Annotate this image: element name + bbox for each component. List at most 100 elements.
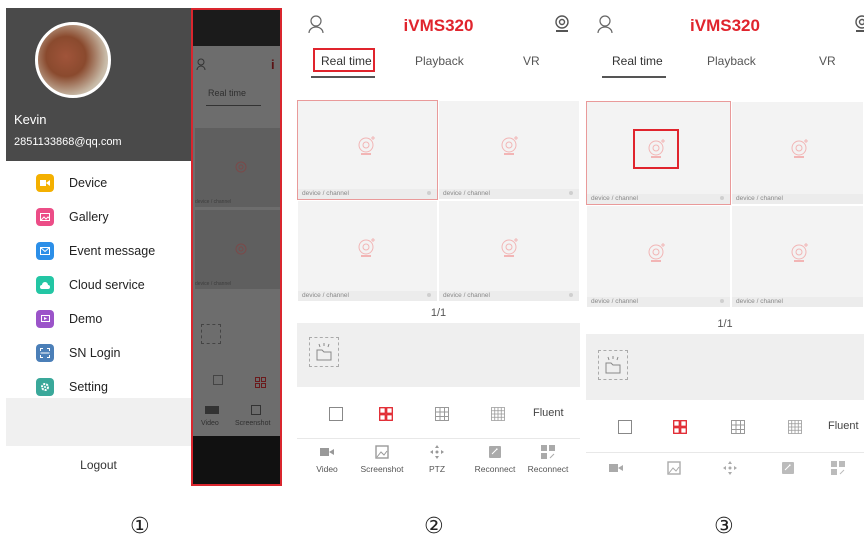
- camera-placeholder-icon: [233, 242, 249, 263]
- reconnect-button[interactable]: [760, 461, 816, 475]
- tab-underline: [311, 76, 375, 78]
- video-cell[interactable]: device / channel: [297, 200, 438, 302]
- dimmed-caption: device / channel: [195, 199, 232, 205]
- video-icon: [36, 174, 54, 192]
- logout-button[interactable]: Logout: [6, 458, 191, 472]
- layout-4-icon[interactable]: [673, 420, 687, 434]
- video-cell[interactable]: device / channel: [297, 100, 438, 200]
- toolbar-label: Reconnect: [527, 464, 569, 474]
- video-icon: [609, 464, 623, 472]
- cell-caption: device / channel: [302, 292, 349, 299]
- layout-1-icon[interactable]: [329, 407, 343, 421]
- video-cell[interactable]: device / channel: [586, 205, 731, 308]
- bottom-toolbar: [586, 452, 864, 486]
- reconnect-button[interactable]: Reconnect: [467, 445, 523, 474]
- menu-label: Event message: [69, 244, 156, 258]
- video-cell[interactable]: device / channel: [586, 101, 731, 205]
- page-indicator: 1/1: [717, 318, 733, 330]
- tab-playback[interactable]: Playback: [707, 54, 756, 68]
- cloud-icon: [36, 276, 54, 294]
- tab-real-time[interactable]: Real time: [612, 54, 663, 68]
- ptz-button[interactable]: PTZ: [409, 445, 465, 474]
- mail-icon: [36, 242, 54, 260]
- screenshot-icon: [375, 445, 389, 459]
- video-icon: [320, 448, 334, 456]
- empty-area: [586, 334, 864, 400]
- cell-caption: device / channel: [591, 195, 638, 202]
- gallery-icon: [36, 208, 54, 226]
- layout-16-icon[interactable]: [788, 420, 802, 434]
- tab-underline: [602, 76, 666, 78]
- menu-item-gallery[interactable]: Gallery: [6, 200, 191, 234]
- video-cell[interactable]: device / channel: [731, 101, 864, 205]
- video-cell[interactable]: device / channel: [438, 100, 580, 200]
- video-cell[interactable]: device / channel: [731, 205, 864, 308]
- quality-selector[interactable]: Fluent: [828, 420, 859, 432]
- camera-placeholder-icon: [501, 136, 518, 155]
- layout-1-icon[interactable]: [618, 420, 632, 434]
- video-cell[interactable]: device / channel: [438, 200, 580, 302]
- cell-caption: device / channel: [736, 195, 783, 202]
- user-email: 2851133868@qq.com: [14, 136, 122, 148]
- status-dot: [720, 196, 724, 200]
- reconnect-all-button[interactable]: Reconnect: [520, 445, 576, 474]
- user-name: Kevin: [14, 112, 47, 127]
- status-dot: [720, 299, 724, 303]
- camera-placeholder-icon: [501, 238, 518, 257]
- menu-item-cloud-service[interactable]: Cloud service: [6, 268, 191, 302]
- dimmed-overlay[interactable]: i Real time device / channel device / ch…: [191, 8, 282, 486]
- app-title: iVMS320: [690, 16, 760, 35]
- toolbar-label: Video: [201, 420, 219, 427]
- menu-item-event-message[interactable]: Event message: [6, 234, 191, 268]
- folder-icon[interactable]: [598, 350, 628, 380]
- toolbar-label: Screenshot: [235, 420, 271, 427]
- dimmed-tab: Real time: [208, 88, 247, 98]
- tab-playback[interactable]: Playback: [415, 54, 464, 68]
- reconnect-icon: [782, 462, 794, 474]
- menu-item-sn-login[interactable]: SN Login: [6, 336, 191, 370]
- toolbar-label: Screenshot: [360, 464, 404, 474]
- tab-vr[interactable]: VR: [819, 54, 836, 68]
- status-bar: [193, 10, 280, 46]
- screenshot-button[interactable]: Screenshot: [354, 445, 410, 474]
- reconnect-icon: [489, 446, 501, 458]
- avatar[interactable]: [35, 22, 111, 98]
- camera-placeholder-icon: [791, 243, 808, 262]
- folder-icon[interactable]: [309, 337, 339, 367]
- layout-9-icon[interactable]: [435, 407, 449, 421]
- video-button[interactable]: Video: [299, 445, 355, 474]
- tab-bar: Real time Playback VR: [586, 48, 864, 78]
- camera-placeholder-icon: [358, 238, 375, 257]
- step-label-1: ①: [130, 514, 150, 539]
- camera-placeholder-icon: [648, 243, 665, 262]
- quality-selector[interactable]: Fluent: [533, 407, 564, 419]
- layout-4-icon[interactable]: [379, 407, 393, 421]
- demo-icon: [36, 310, 54, 328]
- camera-icon[interactable]: [554, 15, 570, 33]
- menu-label: Gallery: [69, 210, 109, 224]
- panel-3-realtime-screen: iVMS320 Real time Playback VR device / c…: [586, 8, 864, 486]
- video-button[interactable]: [588, 461, 644, 475]
- status-dot: [427, 293, 431, 297]
- toolbar-label: Reconnect: [474, 464, 516, 474]
- layout-1-icon: [213, 375, 223, 385]
- cell-caption: device / channel: [443, 292, 490, 299]
- menu-item-device[interactable]: Device: [6, 166, 191, 200]
- menu-item-demo[interactable]: Demo: [6, 302, 191, 336]
- screenshot-icon: [251, 405, 261, 415]
- layout-selector: Fluent: [586, 408, 864, 448]
- layout-9-icon[interactable]: [731, 420, 745, 434]
- reconnect-all-button[interactable]: [810, 461, 864, 475]
- step-label-2: ②: [424, 514, 444, 539]
- layout-16-icon[interactable]: [491, 407, 505, 421]
- video-grid: device / channel device / channel device…: [586, 101, 864, 308]
- tab-vr[interactable]: VR: [523, 54, 540, 68]
- ptz-button[interactable]: [702, 461, 758, 475]
- screenshot-button[interactable]: [646, 461, 702, 475]
- gear-icon: [36, 378, 54, 396]
- camera-icon[interactable]: [854, 15, 864, 33]
- toolbar-label: Video: [316, 464, 338, 474]
- panel-2-realtime-screen: iVMS320 Real time Playback VR device / c…: [297, 8, 580, 486]
- dimmed-caption: device / channel: [195, 281, 232, 287]
- tab-real-time[interactable]: Real time: [321, 54, 372, 68]
